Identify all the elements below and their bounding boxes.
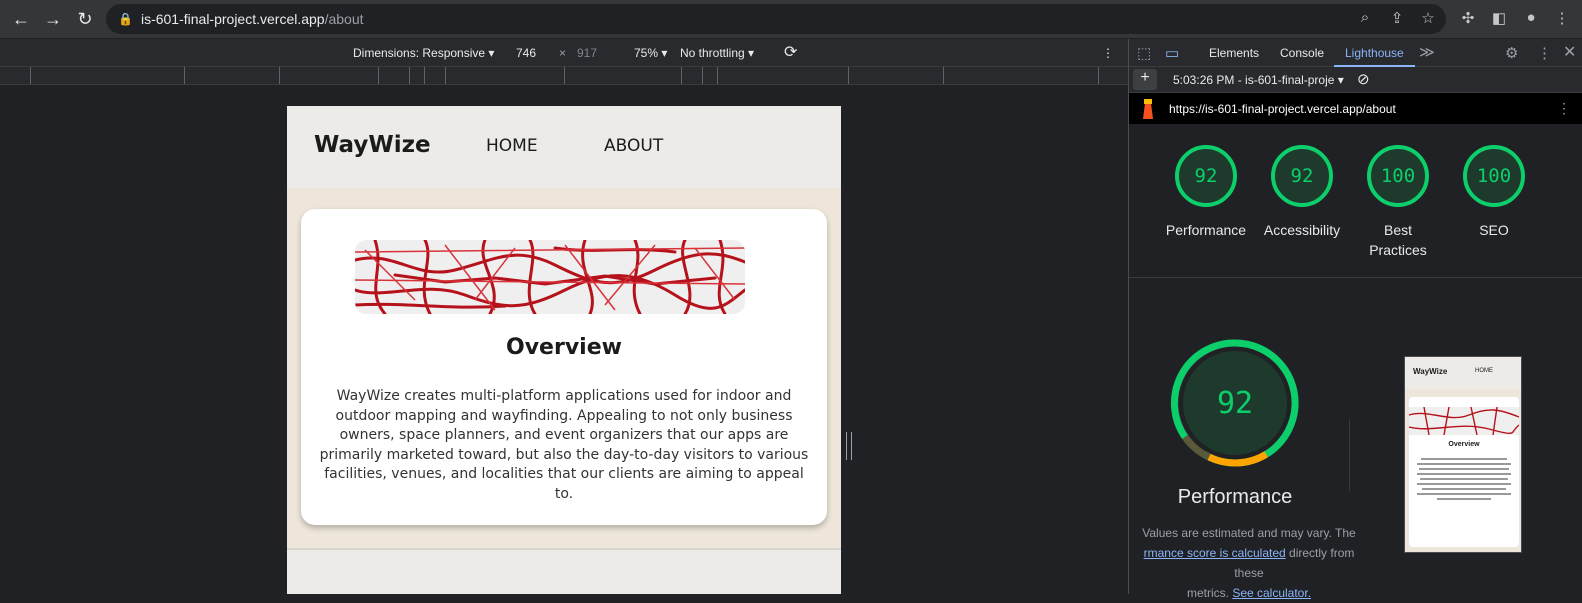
thumb-title: Overview (1448, 441, 1480, 448)
width-input[interactable]: 746 (516, 46, 536, 60)
thumb-text-lines (1417, 455, 1511, 503)
devtools-panel: ⬚ ▭ Elements Console Lighthouse ≫ ⚙ ⋮ ✕ … (1128, 39, 1582, 600)
lighthouse-toolbar: + 5:03:26 PM - is-601-final-proje ▾ ⊘ (1129, 67, 1582, 93)
resize-handle[interactable] (846, 432, 852, 460)
nav-about-link[interactable]: ABOUT (604, 136, 663, 156)
vertical-divider (1349, 419, 1350, 491)
thumb-nav: HOME (1475, 368, 1493, 374)
forward-icon[interactable]: → (40, 6, 66, 32)
browser-toolbar: ← → ↻ 🔒 is-601-final-project.vercel.app /… (0, 0, 1582, 38)
address-bar[interactable]: 🔒 is-601-final-project.vercel.app/about (106, 4, 1446, 34)
dimension-times: × (559, 46, 567, 60)
side-panel-icon[interactable]: ◧ (1489, 9, 1509, 27)
report-menu-icon[interactable]: ⋮ (1557, 100, 1571, 117)
map-hero-image (355, 240, 745, 314)
clear-reports-icon[interactable]: ⊘ (1357, 70, 1370, 88)
score-label-accessibility: Accessibility (1263, 222, 1341, 238)
new-report-plus-icon[interactable]: + (1133, 69, 1157, 90)
back-icon[interactable]: ← (8, 6, 34, 32)
page-lower-section (287, 548, 841, 594)
score-label-performance: Performance (1165, 222, 1247, 238)
bookmark-star-icon[interactable]: ☆ (1418, 9, 1438, 27)
see-calculator-link[interactable]: See calculator. (1232, 586, 1311, 600)
browser-menu-icon[interactable]: ⋮ (1552, 9, 1572, 27)
site-brand[interactable]: WayWize (314, 132, 431, 158)
device-toolbar-menu-icon[interactable]: ⋮ (1102, 46, 1114, 60)
dimensions-label: Dimensions: Responsive (353, 46, 486, 60)
final-screenshot-thumbnail[interactable]: WayWize HOME Overview (1404, 356, 1522, 553)
share-icon[interactable]: ⇪ (1387, 9, 1407, 27)
url-path: /about (324, 11, 364, 27)
nav-home-link[interactable]: HOME (486, 136, 538, 156)
settings-gear-icon[interactable]: ⚙ (1505, 44, 1518, 62)
score-value: 100 (1476, 165, 1512, 187)
report-selector-label: 5:03:26 PM - is-601-final-proje (1173, 73, 1335, 87)
score-value: 100 (1380, 165, 1416, 187)
overview-card: Overview WayWize creates multi-platform … (301, 209, 827, 525)
media-query-ruler[interactable] (0, 67, 1128, 85)
devtools-tab-bar: ⬚ ▭ Elements Console Lighthouse ≫ ⚙ ⋮ ✕ (1129, 39, 1582, 67)
score-gauge-accessibility[interactable]: 92 (1269, 143, 1335, 209)
thumb-card: Overview (1409, 397, 1519, 547)
throttling-dropdown[interactable]: No throttling ▾ (680, 46, 754, 60)
inspect-element-icon[interactable]: ⬚ (1137, 44, 1151, 62)
more-tabs-icon[interactable]: ≫ (1419, 43, 1435, 61)
lighthouse-logo-icon (1141, 99, 1155, 119)
score-label-seo: SEO (1479, 222, 1509, 238)
score-gauge-performance[interactable]: 92 (1173, 143, 1239, 209)
score-gauge-seo[interactable]: 100 (1461, 143, 1527, 209)
report-url[interactable]: https://is-601-final-project.vercel.app/… (1169, 102, 1396, 116)
divider (1129, 277, 1582, 278)
zoom-label: 75% (634, 46, 659, 60)
url-host: is-601-final-project.vercel.app (140, 11, 325, 27)
reload-icon[interactable]: ↻ (72, 6, 98, 32)
zoom-dropdown[interactable]: 75% ▾ (634, 46, 667, 60)
thumb-brand: WayWize (1413, 367, 1448, 376)
dimensions-dropdown[interactable]: Dimensions: Responsive ▾ (353, 46, 494, 60)
zoom-search-icon[interactable]: ⌕ (1355, 9, 1375, 26)
performance-note: Values are estimated and may vary. The r… (1129, 523, 1369, 603)
devtools-menu-icon[interactable]: ⋮ (1537, 44, 1552, 62)
site-header: WayWize HOME ABOUT (287, 106, 841, 188)
height-input[interactable]: 917 (577, 46, 597, 60)
score-calculated-link[interactable]: rmance score is calculated (1144, 546, 1286, 560)
extensions-icon[interactable]: ✣ (1458, 9, 1478, 27)
tab-elements[interactable]: Elements (1209, 46, 1259, 60)
report-url-bar: https://is-601-final-project.vercel.app/… (1129, 93, 1582, 124)
score-value: 92 (1194, 165, 1218, 187)
note-text-1: Values are estimated and may vary. The (1142, 526, 1356, 540)
device-toggle-icon[interactable]: ▭ (1165, 44, 1179, 62)
score-gauge-best-practices[interactable]: 100 (1365, 143, 1431, 209)
note-text-3: metrics. (1186, 586, 1233, 600)
report-selector[interactable]: 5:03:26 PM - is-601-final-proje ▾ (1173, 73, 1344, 87)
score-value: 92 (1290, 165, 1314, 187)
lock-icon[interactable]: 🔒 (118, 12, 133, 26)
tab-lighthouse[interactable]: Lighthouse (1345, 46, 1404, 60)
rotate-icon[interactable]: ⟳ (784, 42, 797, 62)
close-devtools-icon[interactable]: ✕ (1563, 42, 1576, 62)
throttling-label: No throttling (680, 46, 745, 60)
score-label-best-practices: Best Practices (1369, 222, 1427, 258)
overview-title: Overview (506, 335, 622, 360)
thumb-header: WayWize HOME (1405, 357, 1521, 389)
profile-avatar-icon[interactable]: ● (1521, 9, 1541, 26)
performance-score-large: 92 (1216, 385, 1254, 421)
performance-title: Performance (1177, 486, 1293, 508)
device-toolbar: Dimensions: Responsive ▾ 746 × 917 75% ▾… (0, 39, 1128, 67)
emulated-page: WayWize HOME ABOUT Overview WayWize crea… (287, 106, 841, 594)
tab-console[interactable]: Console (1280, 46, 1324, 60)
overview-description: WayWize creates multi-platform applicati… (319, 388, 809, 502)
